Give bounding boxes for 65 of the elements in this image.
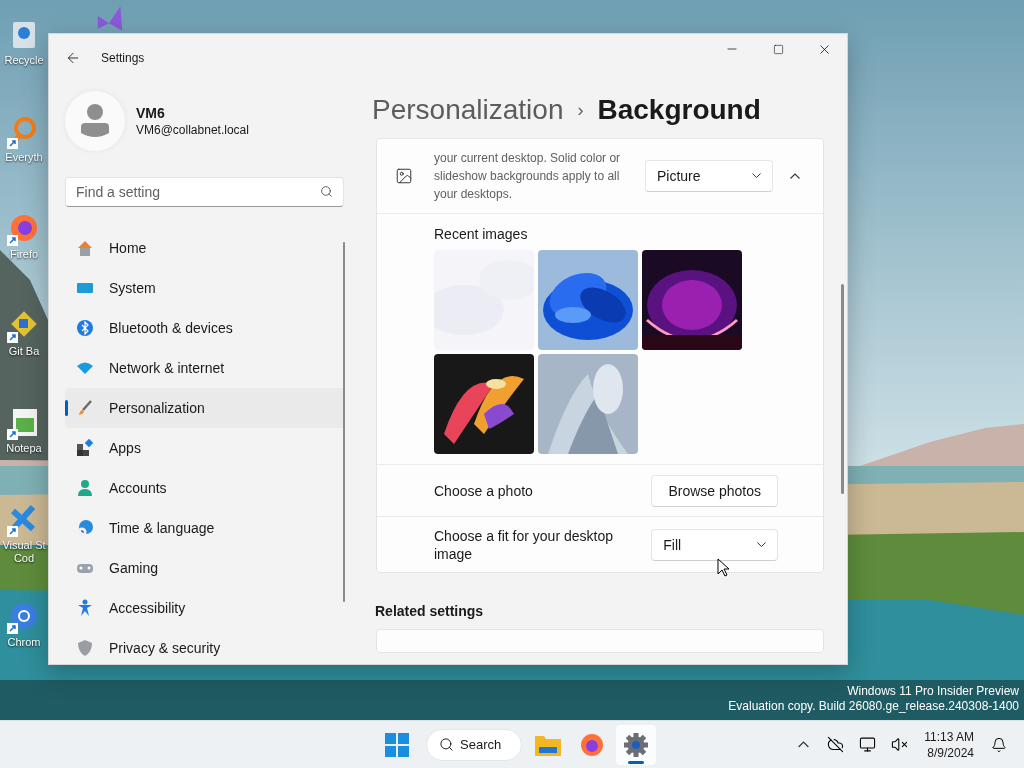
nav-item[interactable]: Network & internet [65, 348, 345, 388]
cloud-off-icon [826, 736, 844, 753]
search-field[interactable]: Find a setting [65, 177, 344, 207]
monitor-icon [858, 736, 876, 753]
nav-item[interactable]: Privacy & security [65, 628, 345, 664]
accessibility-icon [76, 599, 94, 617]
nav-item[interactable]: Home [65, 228, 345, 268]
browse-photos-button[interactable]: Browse photos [651, 474, 778, 507]
clock-button[interactable]: 11:13 AM 8/9/2024 [918, 728, 980, 761]
user-email: VM6@collabnet.local [136, 123, 249, 137]
breadcrumb-link[interactable]: Personalization [372, 94, 564, 126]
search-icon [439, 737, 454, 752]
description-text: your current desktop. Solid color or slideshow backgrounds apply to all your desktops. [434, 150, 622, 203]
section-heading: Related settings [375, 603, 485, 619]
setting-label: Choose a fit for your desktop image [434, 526, 614, 563]
clock-time: 11:13 AM [924, 728, 974, 745]
apps-grid-icon [76, 439, 94, 457]
desktop-icon-label[interactable]: Notepa [6, 442, 42, 455]
nav-item[interactable]: Bluetooth & devices [65, 308, 345, 348]
section-label: Recent images [434, 226, 529, 242]
selection-indicator [65, 400, 68, 416]
build-info-text: Windows 11 Pro Insider Preview [847, 684, 1019, 699]
chevron-down-icon [757, 541, 766, 548]
search-button[interactable]: Search [426, 728, 522, 761]
nav-item[interactable]: Apps [65, 428, 345, 468]
house-icon [76, 239, 94, 257]
build-info-text: Evaluation copy. Build 26080.ge_release.240308-1400 [728, 699, 1019, 714]
nav-item[interactable]: Accounts [65, 468, 345, 508]
maximize-icon [772, 43, 784, 55]
windows-logo-icon [385, 732, 409, 757]
nav-item[interactable]: Personalization [65, 388, 345, 428]
window-title: Settings [101, 51, 145, 65]
image-icon [395, 167, 413, 185]
nav-item[interactable]: Gaming [65, 548, 345, 588]
person-icon [80, 103, 110, 139]
setting-label: Choose a photo [434, 481, 534, 500]
firefox-icon [580, 732, 604, 757]
chevron-up-icon [797, 741, 809, 748]
person-icon [76, 479, 94, 497]
chevron-down-icon [752, 173, 761, 179]
page-title: Background [597, 94, 761, 126]
taskbar-app-button[interactable] [616, 724, 656, 765]
gear-icon [623, 731, 649, 758]
desktop-icon-label[interactable]: Git Ba [8, 345, 40, 358]
nav-item[interactable]: Time & language [65, 508, 345, 548]
user-name: VM6 [136, 105, 166, 121]
bluetooth-icon [76, 319, 94, 337]
scrollbar[interactable] [343, 242, 345, 602]
scrollbar[interactable] [841, 284, 844, 494]
active-indicator [628, 760, 644, 764]
chevron-up-icon [790, 173, 800, 179]
breadcrumb-separator: › [577, 99, 584, 121]
background-dropdown[interactable]: Picture [645, 160, 773, 192]
folder-icon [535, 733, 561, 756]
shield-icon [76, 639, 94, 657]
desktop-icon-label[interactable]: Chrom [7, 636, 41, 649]
clock-date: 8/9/2024 [927, 744, 974, 761]
bell-icon [991, 736, 1007, 753]
fit-dropdown[interactable]: Fill [651, 528, 778, 561]
nav-item[interactable]: System [65, 268, 345, 308]
paintbrush-icon [76, 399, 94, 417]
volume-muted-icon [890, 736, 908, 753]
search-icon [320, 185, 333, 198]
nav-item[interactable]: Accessibility [65, 588, 345, 628]
desktop-icon-label[interactable]: Visual St Cod [2, 539, 46, 565]
